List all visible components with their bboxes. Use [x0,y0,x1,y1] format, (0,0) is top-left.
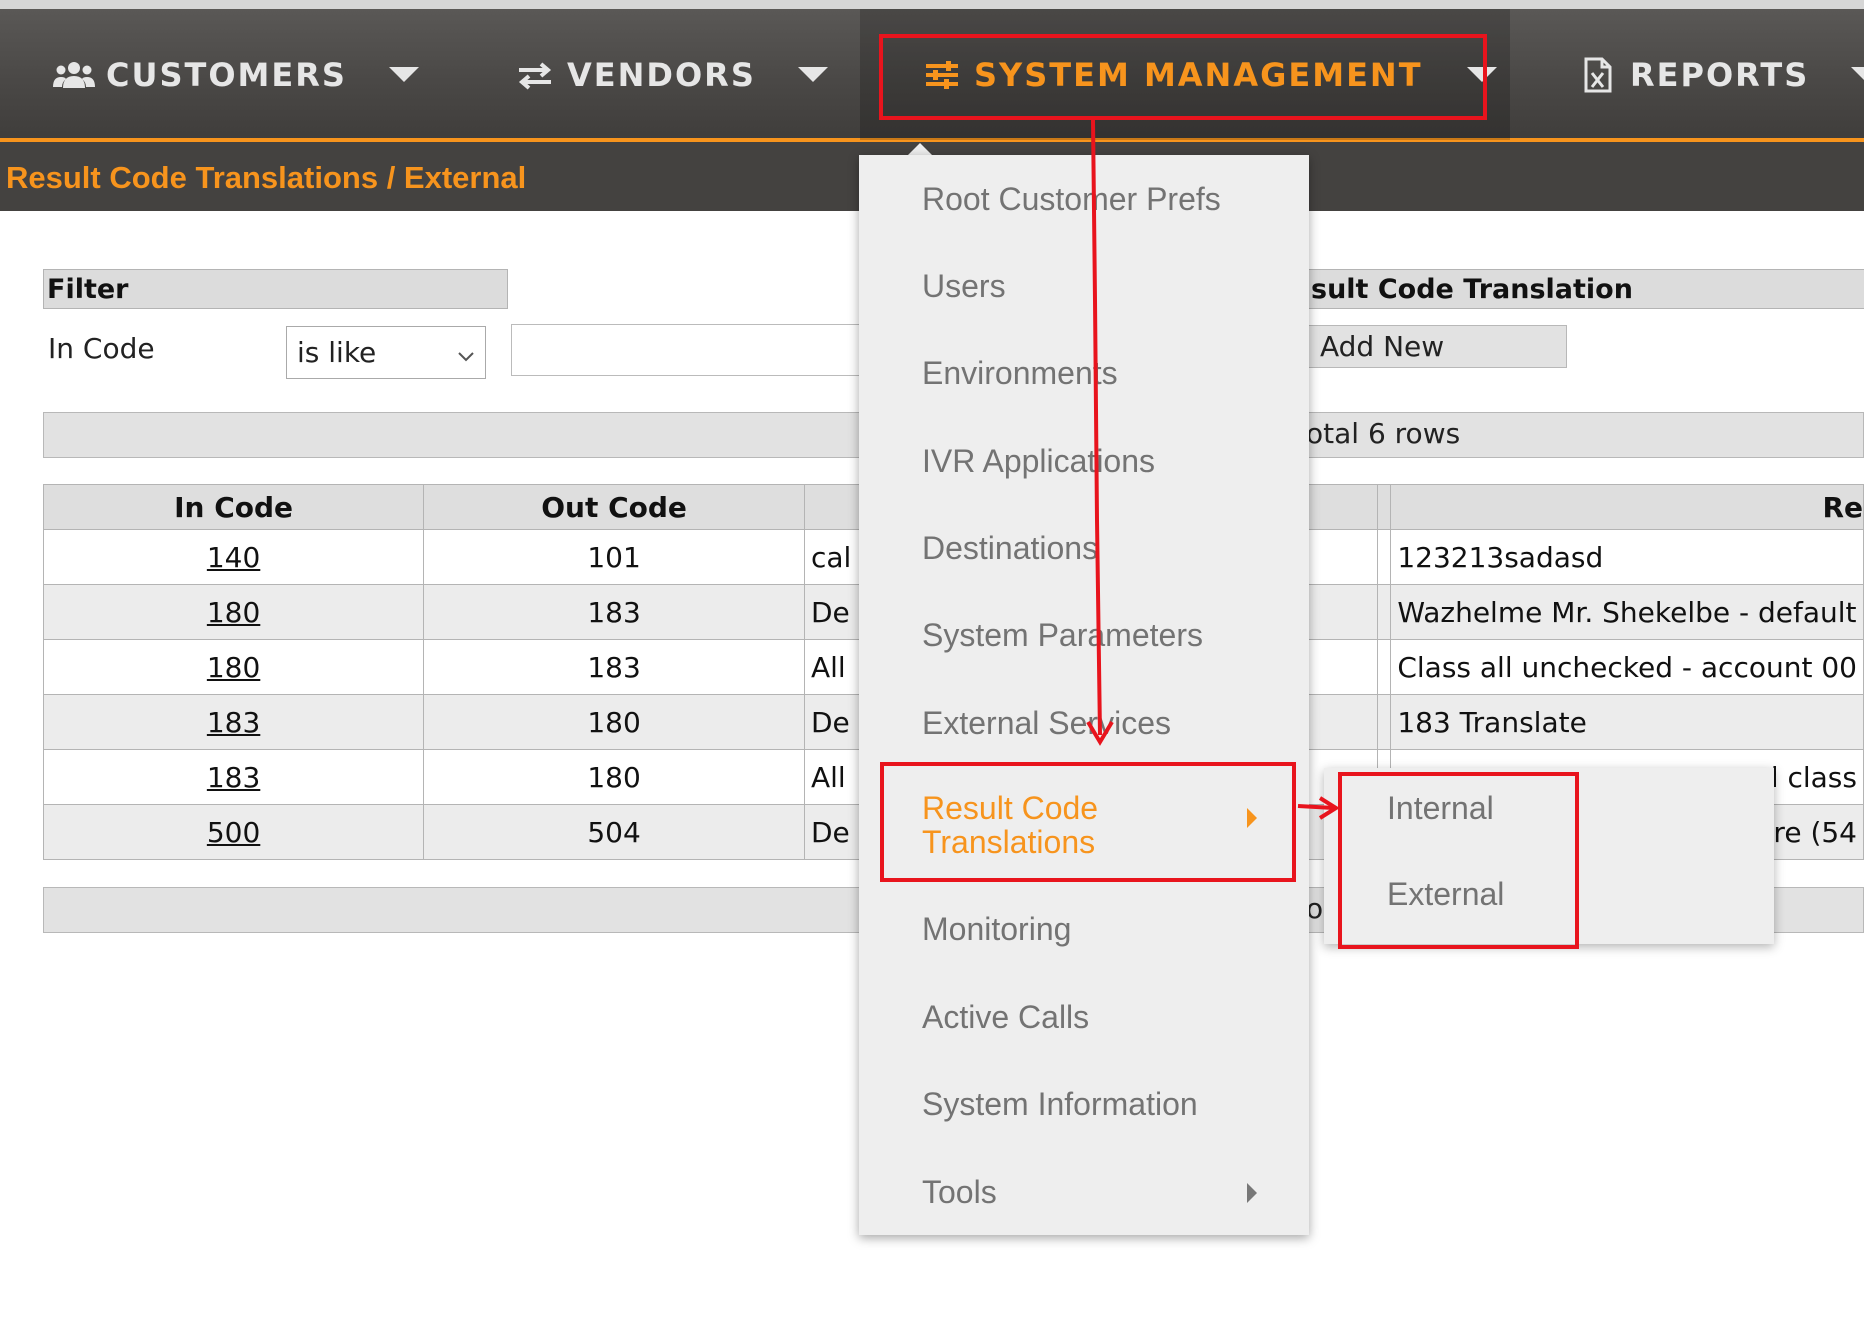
annotation-arrow-right [1297,804,1335,810]
annotation-arrow-down [1091,119,1102,736]
annotation-arrows [1086,119,1340,820]
